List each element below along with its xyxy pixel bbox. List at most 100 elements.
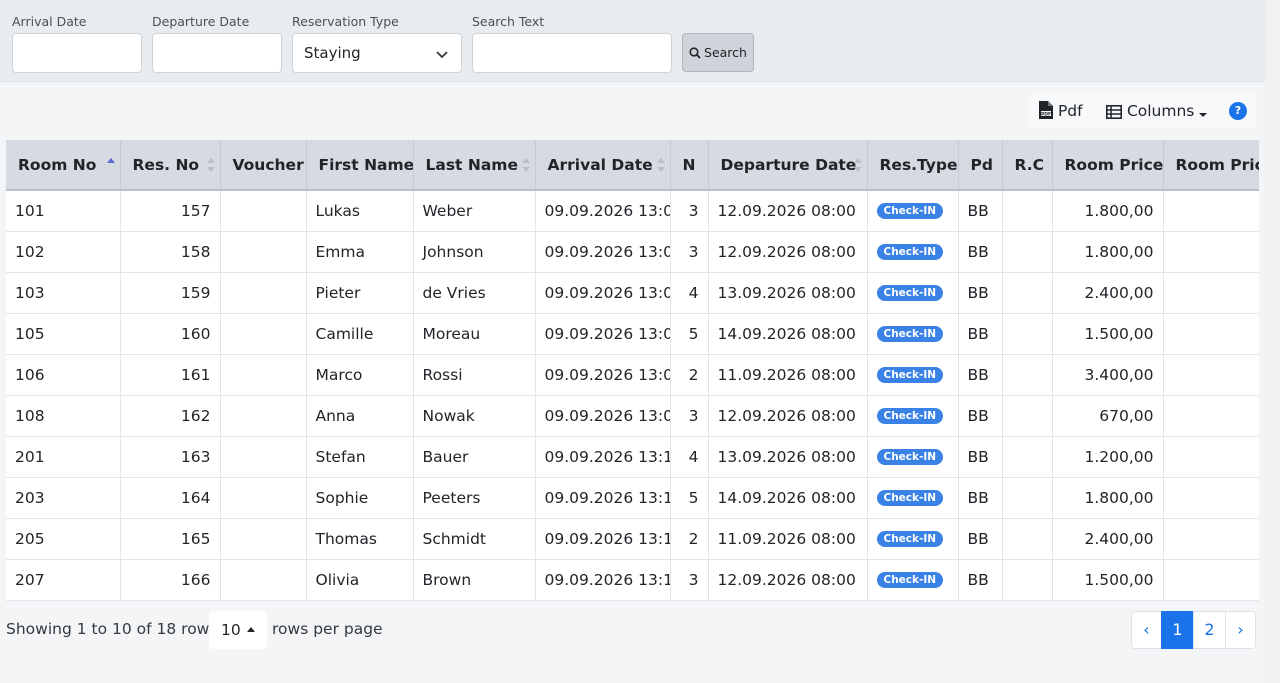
status-badge: Check-IN [876,244,944,260]
cell-res-no: 164 [120,477,221,519]
table-row[interactable]: 101 157 Lukas Weber 09.09.2026 13:07 3 12.09.2… [6,190,1259,232]
header-first-name[interactable]: First Name [306,140,414,191]
pagination-page-1[interactable]: 1 [1161,611,1194,649]
cell-res-type: Check-IN [867,559,959,601]
header-departure-date[interactable]: Departure Date [708,140,868,191]
cell-arrival-date: 09.09.2026 13:09 [535,354,671,396]
cell-room-price-2 [1163,272,1259,314]
cell-n: 2 [670,354,709,396]
reservations-table-container[interactable]: Room No Res. No Voucher First Name Last … [6,140,1259,601]
cell-pd: BB [958,272,1003,314]
header-n[interactable]: N [670,140,709,191]
table-row[interactable]: 201 163 Stefan Bauer 09.09.2026 13:10 4 13.09.… [6,436,1259,478]
arrival-date-input[interactable] [12,33,142,73]
pagination-next[interactable]: › [1225,611,1256,649]
cell-last-name: Johnson [413,231,536,273]
cell-departure-date: 12.09.2026 08:00 [708,559,868,601]
cell-n: 4 [670,436,709,478]
cell-room-price: 1.800,00 [1052,231,1164,273]
header-room-price[interactable]: Room Price [1052,140,1164,191]
pagination-info: Showing 1 to 10 of 18 rows [6,620,218,638]
cell-res-no: 162 [120,395,221,437]
table-row[interactable]: 108 162 Anna Nowak 09.09.2026 13:09 3 12.09.20… [6,395,1259,437]
cell-room-price-2 [1163,395,1259,437]
cell-room-no: 106 [6,354,121,396]
pdf-export-button[interactable]: PDF Pdf [1038,94,1083,128]
cell-last-name: Schmidt [413,518,536,560]
cell-arrival-date: 09.09.2026 13:09 [535,272,671,314]
cell-voucher [220,559,307,601]
sort-icon [656,158,665,172]
arrival-date-group: Arrival Date [12,14,142,73]
rows-per-page-select[interactable]: 10 [209,611,267,649]
departure-date-input[interactable] [152,33,282,73]
cell-last-name: Moreau [413,313,536,355]
table-row[interactable]: 103 159 Pieter de Vries 09.09.2026 13:09 4 13.… [6,272,1259,314]
header-arrival-date[interactable]: Arrival Date [535,140,671,191]
search-button-label: Search [704,45,747,60]
header-rc[interactable]: R.C [1002,140,1053,191]
cell-rc [1002,190,1053,232]
header-res-no[interactable]: Res. No [120,140,221,191]
cell-rc [1002,395,1053,437]
cell-last-name: Brown [413,559,536,601]
cell-pd: BB [958,436,1003,478]
cell-room-price: 2.400,00 [1052,272,1164,314]
search-icon [689,47,701,59]
cell-pd: BB [958,313,1003,355]
cell-room-price: 670,00 [1052,395,1164,437]
arrival-date-label: Arrival Date [12,14,87,29]
cell-rc [1002,477,1053,519]
table-row[interactable]: 106 161 Marco Rossi 09.09.2026 13:09 2 11.09.2… [6,354,1259,396]
cell-departure-date: 12.09.2026 08:00 [708,395,868,437]
svg-text:PDF: PDF [1041,111,1051,117]
table-row[interactable]: 207 166 Olivia Brown 09.09.2026 13:10 3 12.09.… [6,559,1259,601]
cell-pd: BB [958,354,1003,396]
table-row[interactable]: 203 164 Sophie Peeters 09.09.2026 13:10 5 14.0… [6,477,1259,519]
rows-per-page-label: rows per page [272,620,383,638]
table-list-icon [1106,105,1122,119]
cell-departure-date: 11.09.2026 08:00 [708,354,868,396]
search-text-input[interactable] [472,33,672,73]
cell-rc [1002,436,1053,478]
table-row[interactable]: 205 165 Thomas Schmidt 09.09.2026 13:10 2 11.0… [6,518,1259,560]
status-badge: Check-IN [876,326,944,342]
cell-last-name: Peeters [413,477,536,519]
table-row[interactable]: 102 158 Emma Johnson 09.09.2026 13:09 3 12.09.… [6,231,1259,273]
reservation-type-label: Reservation Type [292,14,399,29]
cell-n: 5 [670,313,709,355]
cell-arrival-date: 09.09.2026 13:10 [535,559,671,601]
cell-arrival-date: 09.09.2026 13:07 [535,190,671,232]
cell-last-name: Weber [413,190,536,232]
help-icon[interactable]: ? [1229,102,1247,120]
pagination-page-2[interactable]: 2 [1193,611,1226,649]
cell-n: 2 [670,518,709,560]
page-scrollbar[interactable] [1265,0,1280,683]
cell-room-price: 1.500,00 [1052,559,1164,601]
header-pd[interactable]: Pd [958,140,1003,191]
header-res-type[interactable]: Res.Type [867,140,959,191]
header-room-no[interactable]: Room No [6,140,121,191]
header-room-price-2[interactable]: Room Price [1163,140,1259,191]
cell-pd: BB [958,559,1003,601]
cell-res-type: Check-IN [867,477,959,519]
cell-last-name: Rossi [413,354,536,396]
cell-res-type: Check-IN [867,272,959,314]
table-row[interactable]: 105 160 Camille Moreau 09.09.2026 13:09 5 14.0… [6,313,1259,355]
cell-n: 3 [670,559,709,601]
pagination-prev[interactable]: ‹ [1131,611,1162,649]
status-badge: Check-IN [876,531,944,547]
cell-room-price: 1.500,00 [1052,313,1164,355]
reservation-type-select[interactable]: Staying [292,33,462,73]
cell-res-type: Check-IN [867,395,959,437]
header-last-name[interactable]: Last Name [413,140,536,191]
cell-n: 3 [670,395,709,437]
reservations-table: Room No Res. No Voucher First Name Last … [6,140,1259,601]
search-button[interactable]: Search [682,33,754,72]
cell-room-no: 102 [6,231,121,273]
columns-button[interactable]: Columns [1106,94,1208,128]
pdf-label: Pdf [1057,102,1083,120]
cell-res-no: 165 [120,518,221,560]
status-badge: Check-IN [876,408,944,424]
header-voucher[interactable]: Voucher [220,140,307,191]
